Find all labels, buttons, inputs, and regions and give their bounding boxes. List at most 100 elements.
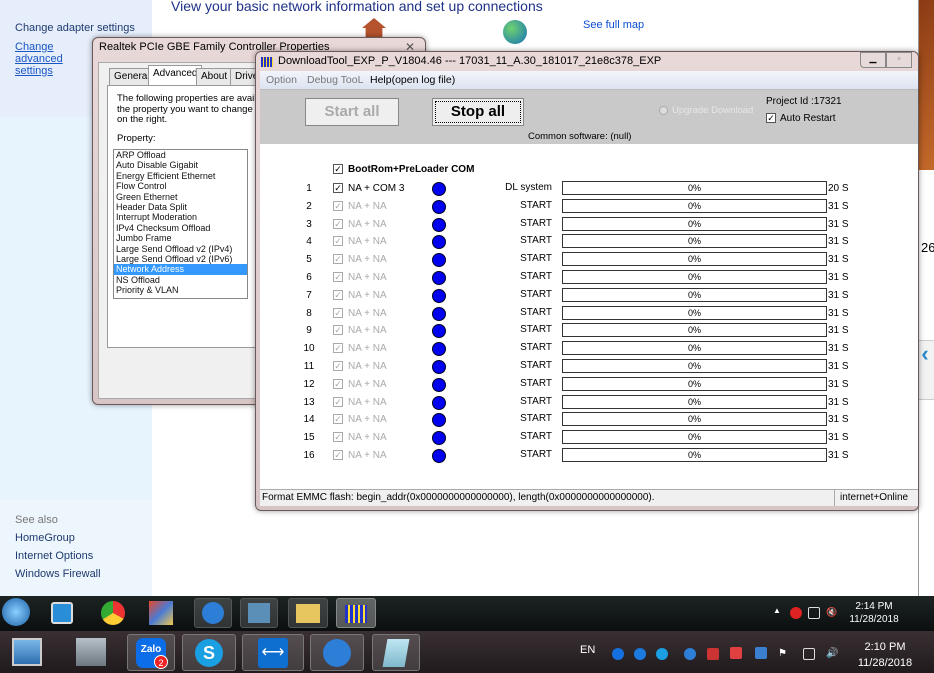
bootrom-preloader-label: BootRom+PreLoader COM [348,164,475,175]
network-tray-icon[interactable] [803,648,815,660]
media-player-icon[interactable] [51,602,73,624]
zalo-tray-icon[interactable] [612,648,624,660]
computer-icon[interactable] [12,638,42,666]
property-item[interactable]: Header Data Split [114,202,247,212]
remote-desktop-taskbar-button[interactable] [194,598,232,628]
menu-help[interactable]: Help(open log file) [370,74,455,86]
internet-options-link[interactable]: Internet Options [15,550,93,562]
unikey-tray-icon[interactable] [755,647,767,659]
start-all-button[interactable]: Start all [305,98,399,126]
property-item[interactable]: Large Send Offload v2 (IPv4) [114,244,247,254]
zalo-taskbar-button[interactable]: Zalo 2 [127,634,175,671]
minimize-button[interactable]: ▁ [860,52,886,68]
home-network-icon [362,18,386,38]
port-checkbox[interactable]: ✓ [333,307,343,318]
partial-text: 26 [921,240,934,255]
property-item[interactable]: NS Offload [114,275,247,285]
port-status: START [520,449,552,460]
property-item[interactable]: IPv4 Checksum Offload [114,223,247,233]
port-progress-bar: 0% [562,376,827,391]
stop-all-button[interactable]: Stop all [432,98,524,126]
see-full-map-link[interactable]: See full map [583,19,644,31]
port-checkbox[interactable]: ✓ [333,361,343,371]
remote-time: 2:14 PM [855,601,893,612]
port-checkbox[interactable]: ✓ [333,396,343,407]
remote-desktop-tray-icon[interactable] [684,648,696,660]
tab-about[interactable]: About [196,68,233,85]
port-label: NA + NA [348,378,387,390]
port-checkbox[interactable]: ✓ [333,236,343,247]
teamviewer-taskbar-button[interactable]: ⟷ [242,634,304,671]
start-button[interactable] [2,598,30,626]
notepad-taskbar-button[interactable] [372,634,420,671]
port-checkbox[interactable]: ✓ [333,432,343,443]
port-number: 1 [306,183,312,194]
port-checkbox[interactable]: ✓ [333,414,343,425]
local-clock[interactable]: 2:10 PM 11/28/2018 [852,639,918,671]
port-checkbox[interactable]: ✓ [333,183,343,193]
property-item[interactable]: Green Ethernet [114,192,247,202]
port-number: 7 [306,289,312,301]
port-list: ✓ BootRom+PreLoader COM 1 ✓ NA + COM 3 D… [260,144,918,489]
volume-muted-tray-icon[interactable]: 🔇 [826,607,838,619]
remote-clock[interactable]: 2:14 PM 11/28/2018 [848,600,900,626]
property-item[interactable]: Interrupt Moderation [114,212,247,222]
port-checkbox[interactable]: ✓ [333,343,343,354]
port-label: NA + NA [348,200,387,212]
change-adapter-settings-link[interactable]: Change adapter settings [15,22,135,34]
homegroup-link[interactable]: HomeGroup [15,532,75,544]
port-time: 31 S [828,396,849,408]
property-item[interactable]: Network Address [114,264,247,275]
auto-restart-checkbox[interactable]: ✓ [766,113,776,123]
upgrade-download-radio[interactable] [659,106,668,115]
change-advanced-settings-link[interactable]: Change advanced settings [15,41,95,77]
port-label: NA + NA [348,254,387,266]
skype-taskbar-button[interactable]: S [182,634,236,671]
auto-restart-label: Auto Restart [780,113,836,124]
windows-firewall-link[interactable]: Windows Firewall [15,568,101,580]
security-shield-tray-icon[interactable] [707,648,719,660]
property-item[interactable]: Flow Control [114,181,247,191]
port-progress-bar: 0% [562,412,827,427]
port-row: 11 ✓ NA + NA START 0% 31 S [260,359,918,376]
menu-debug-tool[interactable]: Debug TooL [307,74,363,86]
port-checkbox[interactable]: ✓ [333,378,343,389]
chrome-icon[interactable] [101,601,125,625]
property-item[interactable]: Auto Disable Gigabit [114,160,247,170]
show-hidden-icons[interactable]: ▲ [773,606,781,615]
port-label: NA + NA [348,343,387,355]
port-checkbox[interactable]: ✓ [333,289,343,300]
menu-option[interactable]: Option [266,74,297,86]
language-indicator[interactable]: EN [580,644,595,656]
flag-tray-icon[interactable]: ⚑ [778,648,790,660]
file-explorer-taskbar-button[interactable] [288,598,328,628]
property-list[interactable]: ARP Offload Auto Disable Gigabit Energy Ef… [113,149,248,299]
property-item[interactable]: Energy Efficient Ethernet [114,171,247,181]
property-item[interactable]: Jumbo Frame [114,233,247,243]
v-tray-icon[interactable] [730,647,742,659]
port-checkbox[interactable]: ✓ [333,450,343,460]
remote-desktop-taskbar-button[interactable] [310,634,364,671]
port-checkbox[interactable]: ✓ [333,200,343,211]
bootrom-preloader-checkbox[interactable]: ✓ [333,164,343,174]
port-status: START [520,395,552,407]
port-checkbox[interactable]: ✓ [333,254,343,265]
download-tool-taskbar-button[interactable] [336,598,376,628]
property-item[interactable]: ARP Offload [114,150,247,160]
volume-tray-icon[interactable]: 🔊 [826,648,838,660]
network-computer-icon[interactable] [76,638,106,666]
mega-tray-icon[interactable] [790,607,802,619]
control-panel-taskbar-button[interactable] [240,598,278,628]
port-status-indicator [432,199,446,214]
property-item[interactable]: Priority & VLAN [114,285,247,295]
tab-advanced[interactable]: Advanced [148,65,203,86]
app-icon[interactable] [149,601,173,625]
maximize-button[interactable]: ▫ [886,52,912,68]
port-checkbox[interactable]: ✓ [333,218,343,229]
port-checkbox[interactable]: ✓ [333,325,343,336]
teamviewer-tray-icon[interactable] [634,648,646,660]
network-tray-icon[interactable] [808,607,820,619]
skype-tray-icon[interactable] [656,648,668,660]
property-item[interactable]: Large Send Offload v2 (IPv6) [114,254,247,264]
port-checkbox[interactable]: ✓ [333,272,343,282]
